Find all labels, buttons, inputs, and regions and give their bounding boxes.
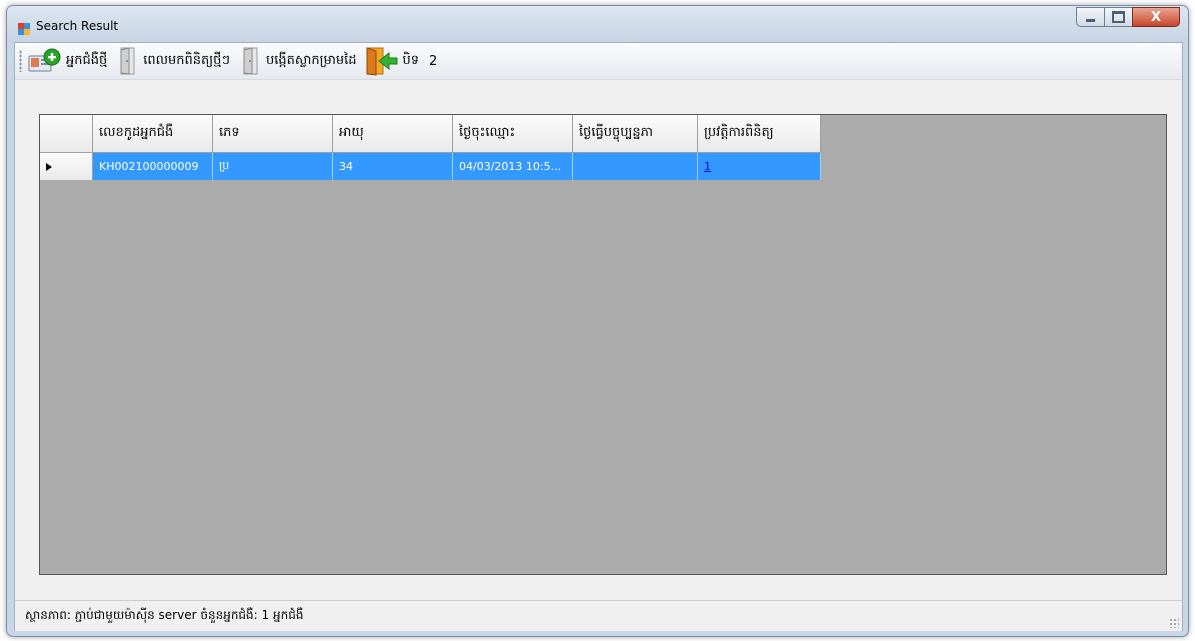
- column-header-patient-code[interactable]: លេខកូដអ្នកជំងឺ: [93, 115, 213, 153]
- status-text: ស្ថានភាព: ភ្ជាប់ជាមួយម៉ាស៊ីន server ចំនួ…: [25, 608, 304, 622]
- cell-history[interactable]: 1: [698, 153, 821, 180]
- appointment-label: ពេលមកពិនិត្យថ្មីៗ: [143, 52, 230, 68]
- exit-button[interactable]: បិទ 2: [365, 46, 438, 76]
- window-title: Search Result: [36, 19, 119, 33]
- row-header-corner: [40, 115, 93, 153]
- exit-label: បិទ: [402, 52, 420, 68]
- toolbar-grip[interactable]: [19, 50, 22, 72]
- patient-grid[interactable]: លេខកូដអ្នកជំងឺ ភេទ អាយុ ថ្ងៃចុះឈ្មោះ ថ្ង…: [39, 114, 1167, 575]
- toolbar: អ្នកជំងឺថ្មី ពេលមកពិនិត្យថ្មីៗ បង្កើតស្ល…: [15, 43, 1182, 80]
- column-header-age[interactable]: អាយុ: [333, 115, 453, 153]
- history-link[interactable]: 1: [704, 160, 711, 173]
- app-icon: [18, 23, 30, 35]
- maximize-icon: [1112, 11, 1125, 23]
- cell-age[interactable]: 34: [333, 153, 453, 180]
- resize-grip[interactable]: [1169, 618, 1179, 628]
- new-patient-button[interactable]: អ្នកជំងឺថ្មី: [28, 46, 107, 76]
- prescription-label: បង្កើតស្លាកម្រាមដៃ: [265, 52, 357, 68]
- door-icon: [243, 47, 258, 75]
- title-bar[interactable]: Search Result X: [7, 6, 1188, 42]
- cell-gender[interactable]: ប្រ: [213, 153, 333, 180]
- row-selector[interactable]: [40, 153, 93, 180]
- minimize-button[interactable]: [1076, 7, 1105, 27]
- column-header-registered[interactable]: ថ្ងៃចុះឈ្មោះ: [453, 115, 573, 153]
- row-pointer-icon: [46, 162, 52, 171]
- minimize-icon: [1086, 18, 1095, 22]
- status-bar: ស្ថានភាព: ភ្ជាប់ជាមួយម៉ាស៊ីន server ចំនួ…: [15, 600, 1182, 631]
- search-result-window: Search Result X អ្នកជំងឺថ្មី ពេលមកពិនិត្…: [6, 5, 1189, 637]
- close-window-button[interactable]: X: [1132, 7, 1180, 27]
- client-area: អ្នកជំងឺថ្មី ពេលមកពិនិត្យថ្មីៗ បង្កើតស្ល…: [14, 42, 1183, 631]
- cell-patient-code[interactable]: KH002100000009: [93, 153, 213, 180]
- column-header-history[interactable]: ប្រវត្តិការពិនិត្យ: [698, 115, 821, 153]
- grid-header: លេខកូដអ្នកជំងឺ ភេទ អាយុ ថ្ងៃចុះឈ្មោះ ថ្ង…: [40, 115, 821, 153]
- column-header-gender[interactable]: ភេទ: [213, 115, 333, 153]
- door-icon: [120, 47, 135, 75]
- maximize-button[interactable]: [1104, 7, 1133, 27]
- cell-registered[interactable]: 04/03/2013 10:5...: [453, 153, 573, 180]
- new-patient-label: អ្នកជំងឺថ្មី: [66, 52, 108, 68]
- column-header-updated[interactable]: ថ្ងៃធ្វើបច្ចុប្បន្នភា: [573, 115, 698, 153]
- close-icon: X: [1150, 9, 1162, 25]
- window-controls: X: [1076, 7, 1180, 27]
- exit-door-icon: [366, 47, 398, 76]
- prescription-button[interactable]: បង្កើតស្លាកម្រាមដៃ: [238, 46, 357, 76]
- table-row[interactable]: KH002100000009 ប្រ 34 04/03/2013 10:5...…: [40, 153, 821, 180]
- toolbar-count: 2: [429, 53, 438, 69]
- cell-updated[interactable]: [573, 153, 698, 180]
- new-patient-icon: [28, 48, 61, 72]
- appointment-button[interactable]: ពេលមកពិនិត្យថ្មីៗ: [115, 46, 230, 76]
